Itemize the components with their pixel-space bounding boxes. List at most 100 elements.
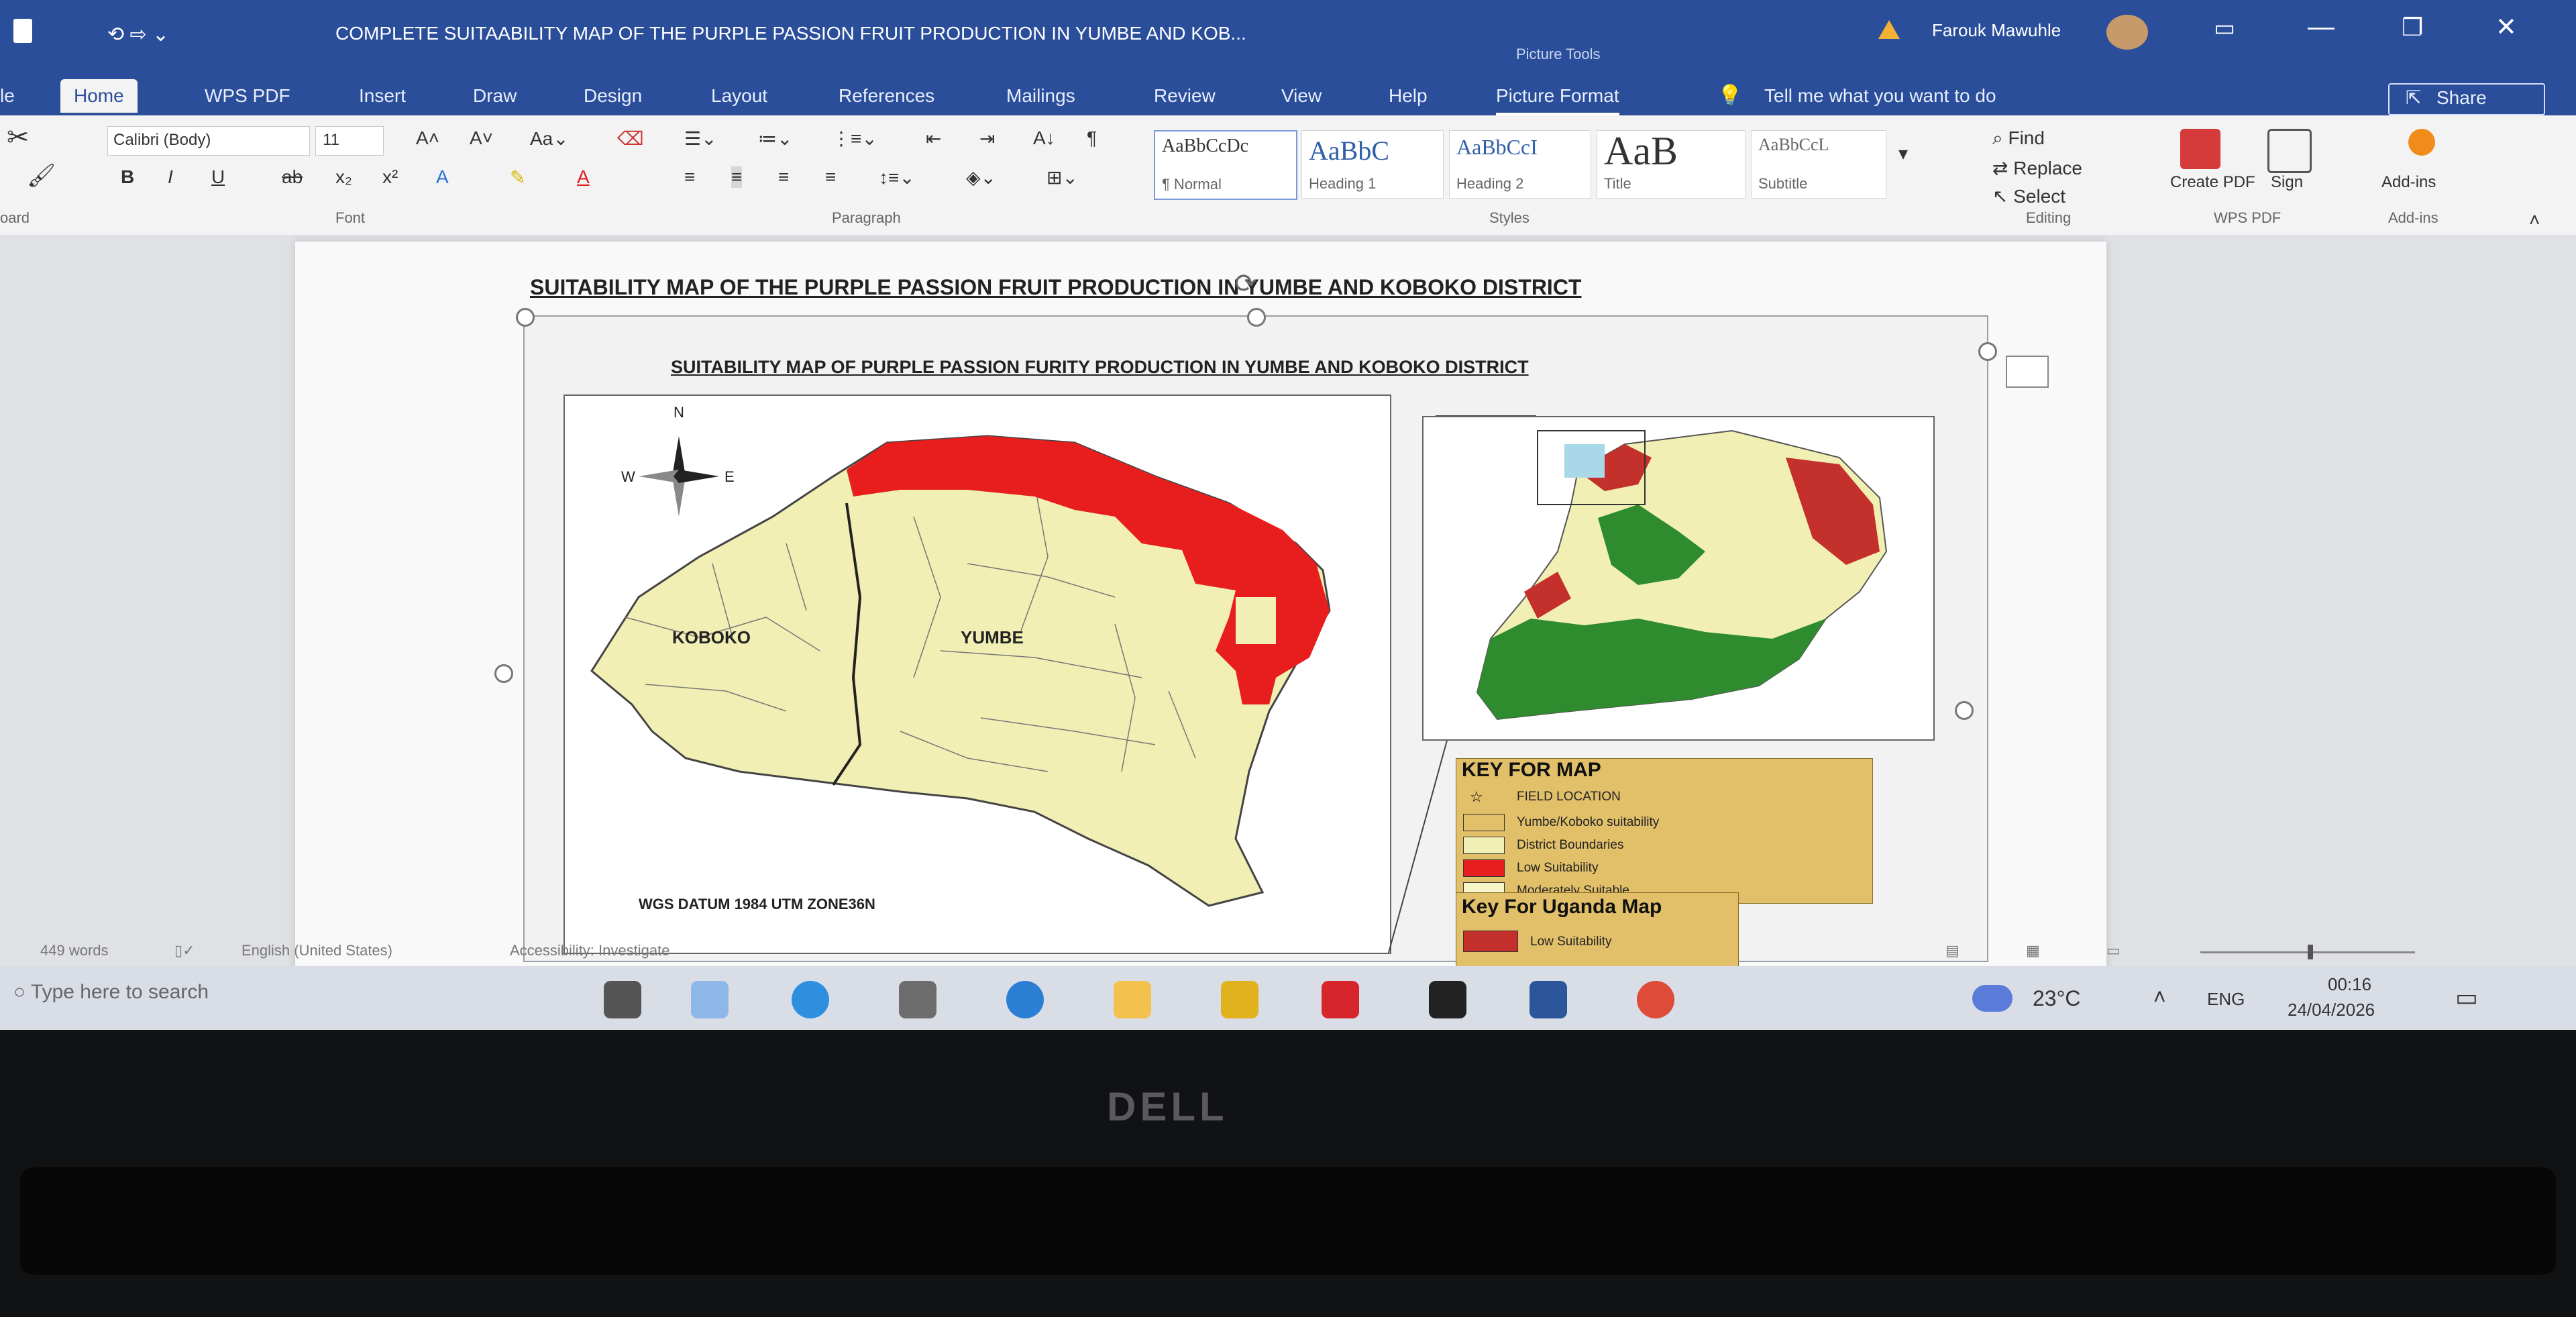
mail-icon[interactable]	[1006, 981, 1044, 1018]
line-spacing-icon[interactable]: ↕≡⌄	[879, 166, 915, 189]
input-language[interactable]: ENG	[2207, 989, 2245, 1010]
justify-icon[interactable]: ≡	[825, 166, 836, 188]
underline-icon[interactable]: U	[211, 166, 225, 188]
tab-mailings[interactable]: Mailings	[1006, 79, 1075, 113]
shrink-font-icon[interactable]: A˅	[470, 127, 493, 149]
restore-icon[interactable]: ❐	[2402, 13, 2423, 42]
share-button[interactable]: ⇱ Share	[2388, 83, 2545, 115]
taskbar-search[interactable]: ○ Type here to search	[13, 981, 209, 1004]
strikethrough-icon[interactable]: ab	[282, 166, 303, 188]
folder-app-icon[interactable]	[1221, 981, 1258, 1018]
zoom-slider-thumb[interactable]	[2308, 945, 2313, 959]
word-taskbar-icon[interactable]	[1529, 981, 1567, 1018]
resize-handle-top-right[interactable]	[1978, 342, 1997, 361]
tab-references[interactable]: References	[839, 79, 934, 113]
add-ins-label[interactable]: Add-ins	[2381, 173, 2436, 192]
multilevel-list-icon[interactable]: ⋮≡⌄	[832, 127, 877, 150]
store-icon[interactable]	[899, 981, 936, 1018]
tab-view[interactable]: View	[1281, 79, 1322, 113]
resize-handle-middle-left[interactable]	[494, 664, 513, 683]
page-heading[interactable]: SUITABILITY MAP OF THE PURPLE PASSION FR…	[530, 275, 1581, 300]
style-title[interactable]: AaB Title	[1597, 129, 1746, 199]
tab-help[interactable]: Help	[1389, 79, 1428, 113]
close-icon[interactable]: ✕	[2496, 12, 2517, 42]
resize-handle-middle-right[interactable]	[1955, 701, 1974, 720]
style-heading-2[interactable]: AaBbCcI Heading 2	[1449, 130, 1591, 199]
tab-draw[interactable]: Draw	[473, 79, 517, 113]
tab-home[interactable]: Home	[60, 79, 138, 113]
user-name[interactable]: Farouk Mawuhle	[1932, 20, 2061, 41]
accessibility-status[interactable]: Accessibility: Investigate	[510, 942, 669, 959]
resize-handle-top-middle[interactable]	[1247, 308, 1266, 327]
wps-icon[interactable]	[1322, 981, 1359, 1018]
tray-chevron-icon[interactable]: ˄	[2153, 985, 2166, 1010]
increase-indent-icon[interactable]: ⇥	[979, 127, 995, 150]
print-layout-icon[interactable]: ▦	[2026, 942, 2040, 959]
tab-review[interactable]: Review	[1154, 79, 1216, 113]
change-case-icon[interactable]: Aa⌄	[530, 127, 569, 150]
sign-label[interactable]: Sign	[2271, 173, 2303, 192]
shading-icon[interactable]: ◈⌄	[966, 166, 996, 189]
lightbulb-icon[interactable]: 💡	[1717, 79, 1742, 113]
cut-icon[interactable]: ✂	[7, 122, 30, 153]
align-right-icon[interactable]: ≡	[778, 166, 789, 188]
search-app-icon[interactable]	[691, 981, 729, 1018]
align-left-icon[interactable]: ≡	[684, 166, 695, 188]
add-ins-icon[interactable]	[2408, 129, 2435, 156]
select-button[interactable]: ↖ Select	[1992, 185, 2065, 207]
resize-handle-top-left[interactable]	[516, 308, 535, 327]
font-color-icon[interactable]: A	[577, 166, 590, 188]
sign-icon[interactable]	[2267, 129, 2312, 173]
temperature[interactable]: 23°C	[2033, 986, 2081, 1011]
focus-mode-icon[interactable]: ▤	[1945, 942, 1960, 959]
grow-font-icon[interactable]: A˄	[416, 127, 439, 149]
styles-more-icon[interactable]: ▾	[1898, 142, 1908, 164]
clear-formatting-icon[interactable]: ⌫	[617, 127, 644, 150]
warning-icon[interactable]	[1878, 20, 1900, 39]
text-effects-icon[interactable]: A	[436, 166, 449, 188]
replace-button[interactable]: ⇄ Replace	[1992, 157, 2082, 179]
style-normal[interactable]: AaBbCcDc ¶ Normal	[1154, 130, 1297, 200]
file-tab[interactable]: le	[0, 79, 15, 113]
weather-icon[interactable]	[1972, 985, 2012, 1012]
highlight-icon[interactable]: ✎	[510, 166, 525, 189]
bullets-icon[interactable]: ☰⌄	[684, 127, 717, 150]
collapse-ribbon-icon[interactable]: ˄	[2529, 209, 2540, 231]
superscript-icon[interactable]: x²	[382, 166, 398, 188]
format-painter-icon[interactable]: 🖌	[27, 162, 56, 189]
subscript-icon[interactable]: x₂	[335, 166, 352, 188]
tell-me-search[interactable]: Tell me what you want to do	[1764, 79, 1996, 113]
word-count[interactable]: 449 words	[40, 942, 109, 959]
capcut-icon[interactable]	[1429, 981, 1466, 1018]
tab-layout[interactable]: Layout	[711, 79, 767, 113]
sort-icon[interactable]: A↓	[1033, 127, 1055, 149]
decrease-indent-icon[interactable]: ⇤	[926, 127, 941, 150]
bold-icon[interactable]: B	[121, 166, 134, 188]
clock-time[interactable]: 00:16	[2328, 974, 2371, 995]
file-explorer-icon[interactable]	[1114, 981, 1151, 1018]
web-layout-icon[interactable]: ▭	[2106, 942, 2121, 959]
tab-wps-pdf[interactable]: WPS PDF	[205, 79, 290, 113]
tab-picture-format[interactable]: Picture Format	[1496, 79, 1619, 115]
edge-icon[interactable]	[792, 981, 829, 1018]
task-view-icon[interactable]	[604, 981, 641, 1018]
numbering-icon[interactable]: ≔⌄	[758, 127, 792, 150]
align-center-icon[interactable]: ≡	[731, 166, 743, 188]
chrome-icon[interactable]	[1637, 981, 1674, 1018]
proofing-icon[interactable]: ▯✓	[174, 942, 195, 959]
clock-date[interactable]: 24/04/2026	[2288, 1000, 2375, 1020]
create-pdf-icon[interactable]	[2180, 129, 2220, 169]
show-marks-icon[interactable]: ¶	[1087, 127, 1097, 149]
minimize-icon[interactable]: —	[2308, 12, 2334, 42]
style-subtitle[interactable]: AaBbCcL Subtitle	[1751, 130, 1886, 199]
font-name-select[interactable]: Calibri (Body)	[107, 126, 310, 156]
font-size-select[interactable]: 11	[315, 126, 384, 156]
borders-icon[interactable]: ⊞⌄	[1046, 166, 1078, 189]
ribbon-display-options-icon[interactable]: ▭	[2214, 15, 2235, 42]
layout-options-icon[interactable]	[2006, 356, 2049, 388]
italic-icon[interactable]: I	[168, 166, 173, 188]
notifications-icon[interactable]: ▭	[2455, 984, 2478, 1012]
rotate-handle-icon[interactable]: ⟳	[1234, 268, 1257, 299]
avatar[interactable]	[2106, 15, 2148, 50]
tab-insert[interactable]: Insert	[359, 79, 406, 113]
